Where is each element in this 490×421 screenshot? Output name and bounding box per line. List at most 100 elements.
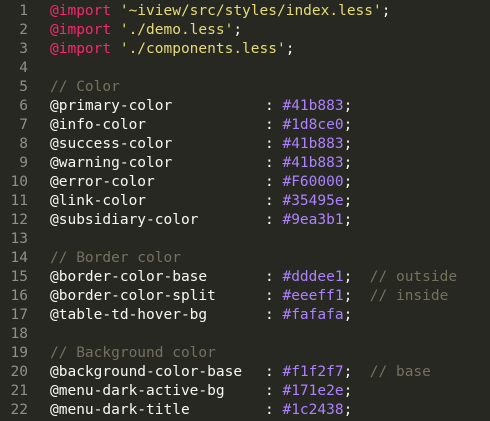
line-number: 13 (10, 231, 28, 247)
import-keyword: @import (50, 3, 112, 19)
color-value: #1c2438 (282, 402, 344, 418)
code-content[interactable] (28, 230, 490, 249)
semicolon: ; (343, 402, 353, 418)
code-content[interactable]: @info-color : #1d8ce0; (28, 116, 490, 135)
variable-name: @subsidiary-color (50, 212, 199, 228)
variable-name: @success-color (50, 136, 173, 152)
code-line[interactable]: 6 @primary-color: #41b883; (0, 97, 490, 116)
semicolon: ; (343, 364, 353, 380)
code-line[interactable]: 21 @menu-dark-active-bg: #171e2e; (0, 382, 490, 401)
semicolon: ; (343, 212, 353, 228)
colon: : (265, 383, 274, 399)
variable-name: @link-color (50, 193, 147, 209)
code-content[interactable]: @success-color: #41b883; (28, 135, 490, 154)
colon: : (265, 193, 274, 209)
code-line[interactable]: 10 @error-color: #F60000; (0, 173, 490, 192)
code-content[interactable]: @menu-dark-active-bg : #171e2e; (28, 382, 490, 401)
declaration-value-group: : #eeeff1; // inside (265, 287, 448, 306)
code-content[interactable] (28, 59, 490, 78)
declaration-value-group: : #dddee1; // outside (265, 268, 457, 287)
code-line[interactable]: 19 // Background color (0, 344, 490, 363)
variable-name: @menu-dark-active-bg (50, 383, 225, 399)
import-path-string: '~iview/src/styles/index.less' (119, 3, 382, 19)
code-content[interactable] (28, 325, 490, 344)
semicolon: ; (343, 193, 353, 209)
code-content[interactable]: // Background color (28, 344, 490, 363)
semicolon: ; (343, 269, 353, 285)
line-number: 12 (10, 212, 28, 228)
code-content[interactable]: @import './demo.less'; (28, 21, 490, 40)
semicolon: ; (343, 98, 353, 114)
code-line[interactable]: 16 @border-color-split: #eeeff1; // insid… (0, 287, 490, 306)
declaration-value-group: : #9ea3b1; (265, 211, 352, 230)
code-line[interactable]: 2 @import './demo.less'; (0, 21, 490, 40)
declaration-value-group: : #41b883; (265, 154, 352, 173)
semicolon: ; (381, 3, 391, 19)
code-line[interactable]: 3 @import './components.less'; (0, 40, 490, 59)
semicolon: ; (343, 117, 353, 133)
semicolon: ; (343, 136, 353, 152)
code-line[interactable]: 9 @warning-color: #41b883; (0, 154, 490, 173)
colon: : (265, 402, 274, 418)
code-content[interactable]: @import '~iview/src/styles/index.less'; (28, 2, 490, 21)
inline-comment: // outside (369, 269, 458, 285)
line-number: 20 (10, 364, 28, 380)
code-line[interactable]: 13 (0, 230, 490, 249)
import-keyword: @import (50, 41, 112, 57)
code-line[interactable]: 20 @background-color-base: #f1f2f7; // ba… (0, 363, 490, 382)
import-path-string: './demo.less' (119, 22, 234, 38)
declaration-value-group: : #35495e; (265, 192, 352, 211)
code-content[interactable]: @import './components.less'; (28, 40, 490, 59)
variable-name: @border-color-split (50, 288, 216, 304)
color-value: #171e2e (282, 383, 344, 399)
code-line[interactable]: 1 @import '~iview/src/styles/index.less'; (0, 2, 490, 21)
section-comment: // Color (50, 79, 120, 95)
code-line[interactable]: 18 (0, 325, 490, 344)
code-line[interactable]: 8 @success-color: #41b883; (0, 135, 490, 154)
code-line[interactable]: 15 @border-color-base: #dddee1; // outsid… (0, 268, 490, 287)
line-number: 15 (10, 269, 28, 285)
code-line[interactable]: 11 @link-color: #35495e; (0, 192, 490, 211)
declaration-value-group: : #f1f2f7; // base (265, 363, 431, 382)
code-content[interactable]: @table-td-hover-bg: #fafafa; (28, 306, 490, 325)
code-content[interactable]: @subsidiary-color : #9ea3b1; (28, 211, 490, 230)
code-line[interactable]: 7 @info-color : #1d8ce0; (0, 116, 490, 135)
declaration-value-group: : #41b883; (265, 97, 352, 116)
line-number: 1 (19, 3, 28, 19)
code-content[interactable]: @primary-color : #41b883; (28, 97, 490, 116)
declaration-value-group: : #1d8ce0; (265, 116, 352, 135)
code-content[interactable]: @background-color-base: #f1f2f7; // base (28, 363, 490, 382)
code-content[interactable]: @menu-dark-title: #1c2438; (28, 401, 490, 420)
color-value: #F60000 (282, 174, 344, 190)
line-number: 8 (19, 136, 28, 152)
code-line[interactable]: 14 // Border color (0, 249, 490, 268)
inline-comment: // base (369, 364, 431, 380)
code-content[interactable]: @warning-color: #41b883; (28, 154, 490, 173)
code-line[interactable]: 4 (0, 59, 490, 78)
code-content[interactable]: @error-color: #F60000; (28, 173, 490, 192)
code-content[interactable]: @border-color-base: #dddee1; // outside (28, 268, 490, 287)
code-line[interactable]: 17 @table-td-hover-bg: #fafafa; (0, 306, 490, 325)
declaration-value-group: : #1c2438; (265, 401, 352, 420)
code-line[interactable]: 5 // Color (0, 78, 490, 97)
code-content[interactable]: // Border color (28, 249, 490, 268)
colon: : (265, 98, 274, 114)
code-content[interactable]: // Color (28, 78, 490, 97)
colon: : (265, 174, 274, 190)
line-number: 7 (19, 117, 28, 133)
color-value: #f1f2f7 (282, 364, 344, 380)
line-number: 17 (10, 307, 28, 323)
code-line[interactable]: 22 @menu-dark-title: #1c2438; (0, 401, 490, 420)
declaration-value-group: : #F60000; (265, 173, 352, 192)
colon: : (265, 288, 274, 304)
code-line[interactable]: 12 @subsidiary-color : #9ea3b1; (0, 211, 490, 230)
code-content[interactable]: @border-color-split : #eeeff1; // inside (28, 287, 490, 306)
color-value: #1d8ce0 (282, 117, 344, 133)
variable-name: @primary-color (50, 98, 173, 114)
color-value: #41b883 (282, 155, 344, 171)
declaration-value-group: : #171e2e; (265, 382, 352, 401)
line-number: 9 (19, 155, 28, 171)
variable-name: @info-color (50, 117, 147, 133)
code-content[interactable]: @link-color : #35495e; (28, 192, 490, 211)
code-editor[interactable]: 1 @import '~iview/src/styles/index.less';… (0, 0, 490, 421)
